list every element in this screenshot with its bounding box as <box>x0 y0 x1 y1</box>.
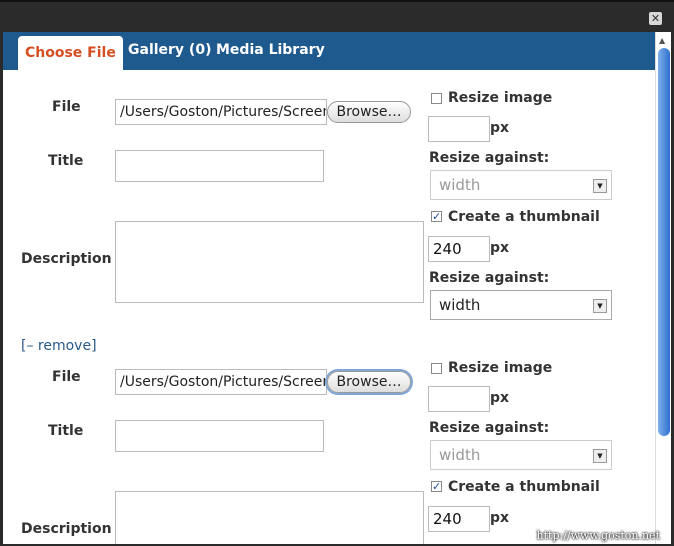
dialog-titlebar: ✕ <box>0 0 674 32</box>
thumb-resize-against-select[interactable]: width ▼ <box>430 290 612 320</box>
remove-bracket-close: ] <box>91 338 97 354</box>
resize-size-input[interactable] <box>428 386 490 412</box>
description-textarea[interactable] <box>115 491 424 544</box>
thumbnail-size-input[interactable]: 240 <box>428 506 490 532</box>
select-value: width <box>439 446 481 464</box>
watermark: http://www.goston.net <box>536 529 660 542</box>
dropdown-arrow-icon: ▼ <box>593 299 607 313</box>
px-unit: px <box>490 510 510 526</box>
dropdown-arrow-icon: ▼ <box>593 449 607 463</box>
thumbnail-size-input[interactable]: 240 <box>428 236 490 262</box>
resize-against-select[interactable]: width ▼ <box>430 440 612 470</box>
title-input[interactable] <box>115 420 324 452</box>
scrollbar-thumb[interactable] <box>658 48 670 436</box>
create-thumbnail-label: Create a thumbnail <box>448 209 600 225</box>
description-label: Description <box>21 251 112 267</box>
resize-image-label: Resize image <box>448 90 553 106</box>
file-label: File <box>52 369 81 385</box>
create-thumbnail-checkbox[interactable]: ✓ <box>431 211 442 222</box>
remove-bracket-open: [– <box>21 338 34 354</box>
px-unit: px <box>490 240 510 256</box>
file-label: File <box>52 99 81 115</box>
remove-text[interactable]: remove <box>38 338 91 354</box>
resize-image-checkbox[interactable] <box>431 93 442 104</box>
remove-link[interactable]: [– remove] <box>21 338 97 354</box>
close-icon[interactable]: ✕ <box>649 12 662 25</box>
px-unit: px <box>490 120 510 136</box>
tab-choose-file[interactable]: Choose File <box>18 36 123 70</box>
file-path-field[interactable]: /Users/Goston/Pictures/Screen <box>115 369 327 395</box>
browse-button[interactable]: Browse… <box>327 371 411 393</box>
description-textarea[interactable] <box>115 221 424 303</box>
resize-against-label: Resize against: <box>429 150 550 166</box>
select-value: width <box>439 176 481 194</box>
px-unit: px <box>490 390 510 406</box>
resize-against-label: Resize against: <box>429 420 550 436</box>
thumb-resize-against-label: Resize against: <box>429 270 550 286</box>
vertical-scrollbar[interactable]: ▲ <box>655 32 671 544</box>
title-label: Title <box>48 153 84 169</box>
title-input[interactable] <box>115 150 324 182</box>
file-path-field[interactable]: /Users/Goston/Pictures/Screen <box>115 99 327 125</box>
resize-against-select[interactable]: width ▼ <box>430 170 612 200</box>
resize-image-checkbox[interactable] <box>431 363 442 374</box>
dropdown-arrow-icon: ▼ <box>593 179 607 193</box>
dialog-frame: ✕ Choose File Gallery (0) Media Library … <box>0 0 674 546</box>
scroll-up-icon[interactable]: ▲ <box>659 36 665 45</box>
title-label: Title <box>48 423 84 439</box>
tab-media-library[interactable]: Media Library <box>216 42 325 62</box>
resize-size-input[interactable] <box>428 116 490 142</box>
description-label: Description <box>21 521 112 537</box>
create-thumbnail-checkbox[interactable]: ✓ <box>431 481 442 492</box>
resize-image-label: Resize image <box>448 360 553 376</box>
create-thumbnail-label: Create a thumbnail <box>448 479 600 495</box>
tab-gallery[interactable]: Gallery (0) <box>128 42 211 62</box>
dialog-content: Choose File Gallery (0) Media Library Fi… <box>3 32 671 544</box>
tab-bar: Choose File Gallery (0) Media Library <box>3 32 655 70</box>
browse-button[interactable]: Browse… <box>327 101 411 123</box>
select-value: width <box>439 296 481 314</box>
